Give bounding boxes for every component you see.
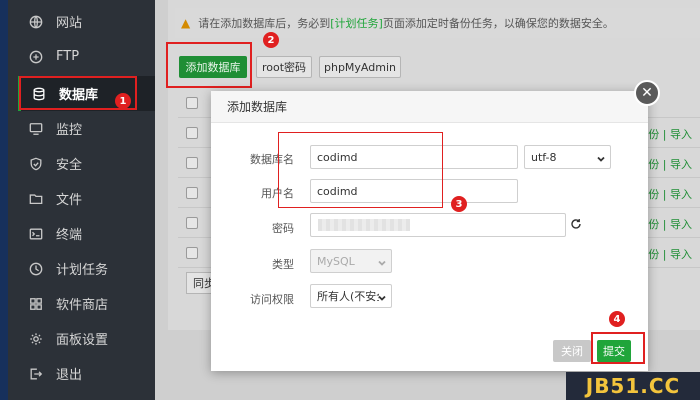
sidebar-item-label: 终端 [56,228,83,243]
sidebar-item-label: 退出 [56,368,83,383]
alert-suffix: 页面添加定时备份任务，以确保您的数据安全。 [382,17,614,30]
charset-select[interactable]: utf-8 [524,145,611,169]
shield-icon [28,156,44,172]
sidebar-item-label: 计划任务 [56,263,109,278]
close-icon[interactable]: ✕ [634,80,660,106]
sidebar-item-website[interactable]: 网站 [18,4,155,39]
sidebar-item-label: 面板设置 [56,333,109,348]
sidebar-item-cron[interactable]: 计划任务 [18,251,155,286]
step-badge-3: 3 [451,196,467,212]
dialog-title: 添加数据库 [211,91,648,123]
chevron-down-icon [378,257,386,266]
sidebar-item-label: 安全 [56,158,83,173]
monitor-icon [28,121,44,137]
type-label: 类型 [272,258,294,271]
row-checkbox[interactable] [186,157,198,169]
access-value: 所有人(不安全) [317,290,379,303]
sidebar-item-label: 软件商店 [56,298,109,313]
sidebar-item-label: 监控 [56,123,83,138]
terminal-icon [28,226,44,242]
row-checkbox[interactable] [186,217,198,229]
access-select[interactable]: 所有人(不安全) [310,284,392,308]
chevron-down-icon [378,292,386,301]
dialog-close-button[interactable]: 关闭 [553,340,591,362]
sidebar-edge [0,0,8,400]
logout-icon [28,366,44,382]
sidebar-item-label: 文件 [56,193,83,208]
phpmyadmin-button[interactable]: phpMyAdmin [319,56,401,78]
charset-value: utf-8 [531,150,557,164]
sidebar-item-settings[interactable]: 面板设置 [18,321,155,356]
warning-icon: ▲ [181,16,191,30]
globe-icon [28,14,44,30]
root-password-button[interactable]: root密码 [256,56,312,78]
clock-icon [28,261,44,277]
backup-alert: ▲ 请在添加数据库后，务必到 [计划任务] 页面添加定时备份任务，以确保您的数据… [175,8,700,38]
type-select: MySQL [310,249,392,273]
highlight-box-submit [591,332,645,364]
step-badge-2: 2 [263,32,279,48]
sidebar-item-monitor[interactable]: 监控 [18,111,155,146]
highlight-box-add [166,42,252,88]
step-badge-1: 1 [115,93,131,109]
ftp-icon [28,49,44,65]
sidebar-item-ftp[interactable]: FTP [18,39,155,74]
sidebar-item-label: 网站 [56,16,83,31]
sidebar-item-label: FTP [56,49,80,64]
type-value: MySQL [317,254,355,268]
access-label: 访问权限 [250,293,294,306]
alert-prefix: 请在添加数据库后，务必到 [198,17,331,30]
password-label: 密码 [272,222,294,235]
select-all-checkbox[interactable] [186,97,198,109]
refresh-icon[interactable] [570,218,582,230]
row-checkbox[interactable] [186,187,198,199]
sidebar-item-logout[interactable]: 退出 [18,356,155,391]
apps-icon [28,296,44,312]
sidebar-item-terminal[interactable]: 终端 [18,216,155,251]
step-badge-4: 4 [609,311,625,327]
folder-icon [28,191,44,207]
alert-cron-link[interactable]: [计划任务] [330,15,383,31]
sidebar-item-store[interactable]: 软件商店 [18,286,155,321]
row-checkbox[interactable] [186,127,198,139]
highlight-box-names [278,132,443,208]
password-redacted [318,219,410,231]
row-checkbox[interactable] [186,247,198,259]
sidebar-item-files[interactable]: 文件 [18,181,155,216]
sidebar-item-security[interactable]: 安全 [18,146,155,181]
chevron-down-icon [597,153,605,162]
gear-icon [28,331,44,347]
watermark-logo: JB51.CC [566,372,700,400]
